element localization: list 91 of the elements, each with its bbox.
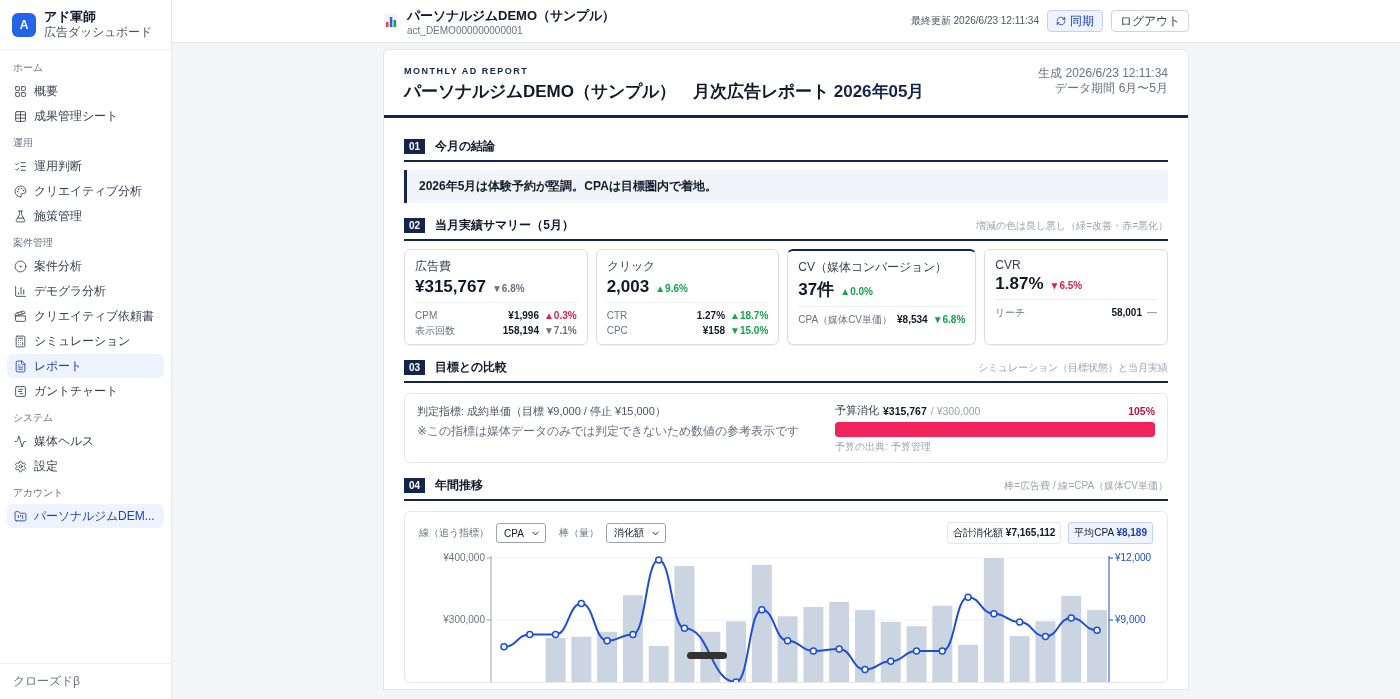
metric-delta: ▼6.8%: [932, 314, 966, 325]
control-label: 棒（量）: [558, 526, 599, 540]
budget-source: 予算の出典: 予算管理: [835, 440, 932, 454]
axis-label: ¥300,000: [443, 614, 485, 625]
line-metric-select[interactable]: CPA: [496, 523, 546, 543]
metric-delta: ▼15.0%: [730, 325, 769, 336]
nav-item[interactable]: レポート: [7, 354, 164, 378]
generated-time: 生成 2026/6/23 12:11:34: [1038, 66, 1168, 81]
report-title: パーソナルジムDEMO（サンプル） 月次広告レポート 2026年05月: [404, 81, 925, 103]
axis-label: ¥12,000: [1115, 552, 1152, 563]
nav-item[interactable]: 案件分析: [7, 254, 164, 278]
kpi-label: CV（媒体コンバージョン）: [798, 259, 948, 276]
axis-label: ¥400,000: [443, 552, 485, 563]
app-title: アド軍師: [44, 8, 97, 24]
section-number: 01: [404, 139, 426, 154]
app-logo: A: [12, 12, 36, 37]
budget-total: / ¥300,000: [930, 405, 981, 417]
nav-item[interactable]: 媒体ヘルス: [7, 429, 164, 453]
section-note: 増減の色は良し悪し（緑=改善・赤=悪化）: [976, 218, 1168, 233]
bar-metric-select[interactable]: 消化額: [605, 523, 666, 543]
metric-label: CPA（媒体CV単価）: [798, 312, 893, 327]
nav-item[interactable]: クリエイティブ分析: [7, 179, 164, 203]
kpi-delta: ▼6.8%: [491, 283, 525, 294]
nav-item[interactable]: クリエイティブ依頼書: [7, 304, 164, 328]
section-title: 当月実績サマリー（5月）: [435, 217, 574, 234]
conclusion-text: 2026年5月は体験予約が堅調。CPAは目標圏内で着地。: [404, 170, 1168, 203]
target-remark: ※この指標は媒体データのみでは判定できないため数値の参考表示です: [417, 423, 801, 440]
nav-group-label: 案件管理: [12, 236, 54, 250]
metric-label: リーチ: [995, 305, 1026, 320]
nav-item[interactable]: 概要: [7, 79, 164, 103]
metric-label: 表示回数: [415, 323, 455, 338]
app-subtitle: 広告ダッシュボード: [44, 23, 152, 41]
kpi-delta: ▼6.5%: [1049, 280, 1083, 291]
nav-group-label: システム: [12, 411, 54, 425]
section-title: 年間推移: [435, 477, 484, 494]
section-note: 棒=広告費 / 線=CPA（媒体CV単価）: [1004, 478, 1168, 493]
nav-item[interactable]: 成果管理シート: [7, 104, 164, 128]
section-number: 02: [404, 218, 426, 233]
nav-item[interactable]: パーソナルジムDEM...: [7, 504, 164, 528]
metric-delta: ▲18.7%: [730, 310, 769, 321]
account-id: act_DEMO000000000001: [407, 24, 524, 36]
kpi-value: ¥315,767: [415, 277, 486, 297]
average-cpa-badge: 平均CPA ¥8,189: [1068, 522, 1153, 544]
metric-delta: ▼7.1%: [543, 325, 577, 336]
kpi-value: 1.87%: [995, 274, 1044, 294]
metric-label: CPM: [415, 310, 438, 321]
nav-item[interactable]: 施策管理: [7, 204, 164, 228]
sync-button[interactable]: 同期: [1047, 10, 1103, 32]
nav-item[interactable]: ガントチャート: [7, 379, 164, 403]
control-label: 線（追う指標）: [419, 526, 489, 540]
nav-item[interactable]: デモグラ分析: [7, 279, 164, 303]
metric-delta: ▲0.3%: [543, 310, 577, 321]
page-title: パーソナルジムDEMO（サンプル）: [407, 6, 615, 25]
nav-item[interactable]: シミュレーション: [7, 329, 164, 353]
kpi-label: クリック: [606, 258, 656, 275]
section-title: 目標との比較: [435, 359, 508, 376]
nav-item[interactable]: 設定: [7, 454, 164, 478]
target-metric: 判定指標: 成約単価（目標 ¥9,000 / 停止 ¥15,000）: [417, 404, 667, 419]
footer-text: クローズドβ: [0, 663, 171, 699]
budget-spent: ¥315,767: [883, 405, 927, 417]
metric-value: 58,001: [1111, 307, 1142, 318]
section-title: 今月の結論: [435, 138, 496, 155]
kpi-value: 37件: [798, 279, 835, 301]
section-note: シミュレーション（目標状態）と当月実績: [978, 360, 1168, 375]
nav-group-label: 運用: [12, 136, 34, 150]
kpi-value: 2,003: [606, 277, 650, 297]
kpi-delta: ▲9.6%: [655, 283, 688, 294]
nav-group-label: ホーム: [12, 61, 44, 75]
kpi-label: 広告費: [415, 258, 452, 275]
metric-value: 158,194: [502, 325, 539, 336]
metric-label: CTR: [606, 310, 628, 321]
logout-button[interactable]: ログアウト: [1111, 10, 1189, 32]
data-period: データ期間 6月〜5月: [1054, 81, 1168, 96]
budget-percent: 105%: [1128, 405, 1155, 417]
total-spend-badge: 合計消化額 ¥7,165,112: [947, 522, 1062, 544]
kpi-label: CVR: [995, 258, 1022, 272]
budget-label: 予算消化: [835, 404, 879, 418]
metric-value: ¥1,996: [508, 310, 539, 321]
metric-value: ¥8,534: [897, 314, 928, 325]
axis-label: ¥9,000: [1115, 614, 1146, 625]
last-updated: 最終更新 2026/6/23 12:11:34: [910, 14, 1039, 28]
metric-delta: —: [1147, 307, 1157, 318]
section-number: 04: [404, 478, 426, 493]
nav-group-label: アカウント: [12, 486, 64, 500]
nav-item[interactable]: 運用判断: [7, 154, 164, 178]
report-eyebrow: MONTHLY AD REPORT: [404, 66, 530, 76]
metric-value: ¥158: [702, 325, 726, 336]
metric-label: CPC: [606, 325, 628, 336]
section-number: 03: [404, 360, 426, 375]
kpi-delta: ▲0.0%: [840, 286, 873, 297]
metric-value: 1.27%: [696, 310, 726, 321]
